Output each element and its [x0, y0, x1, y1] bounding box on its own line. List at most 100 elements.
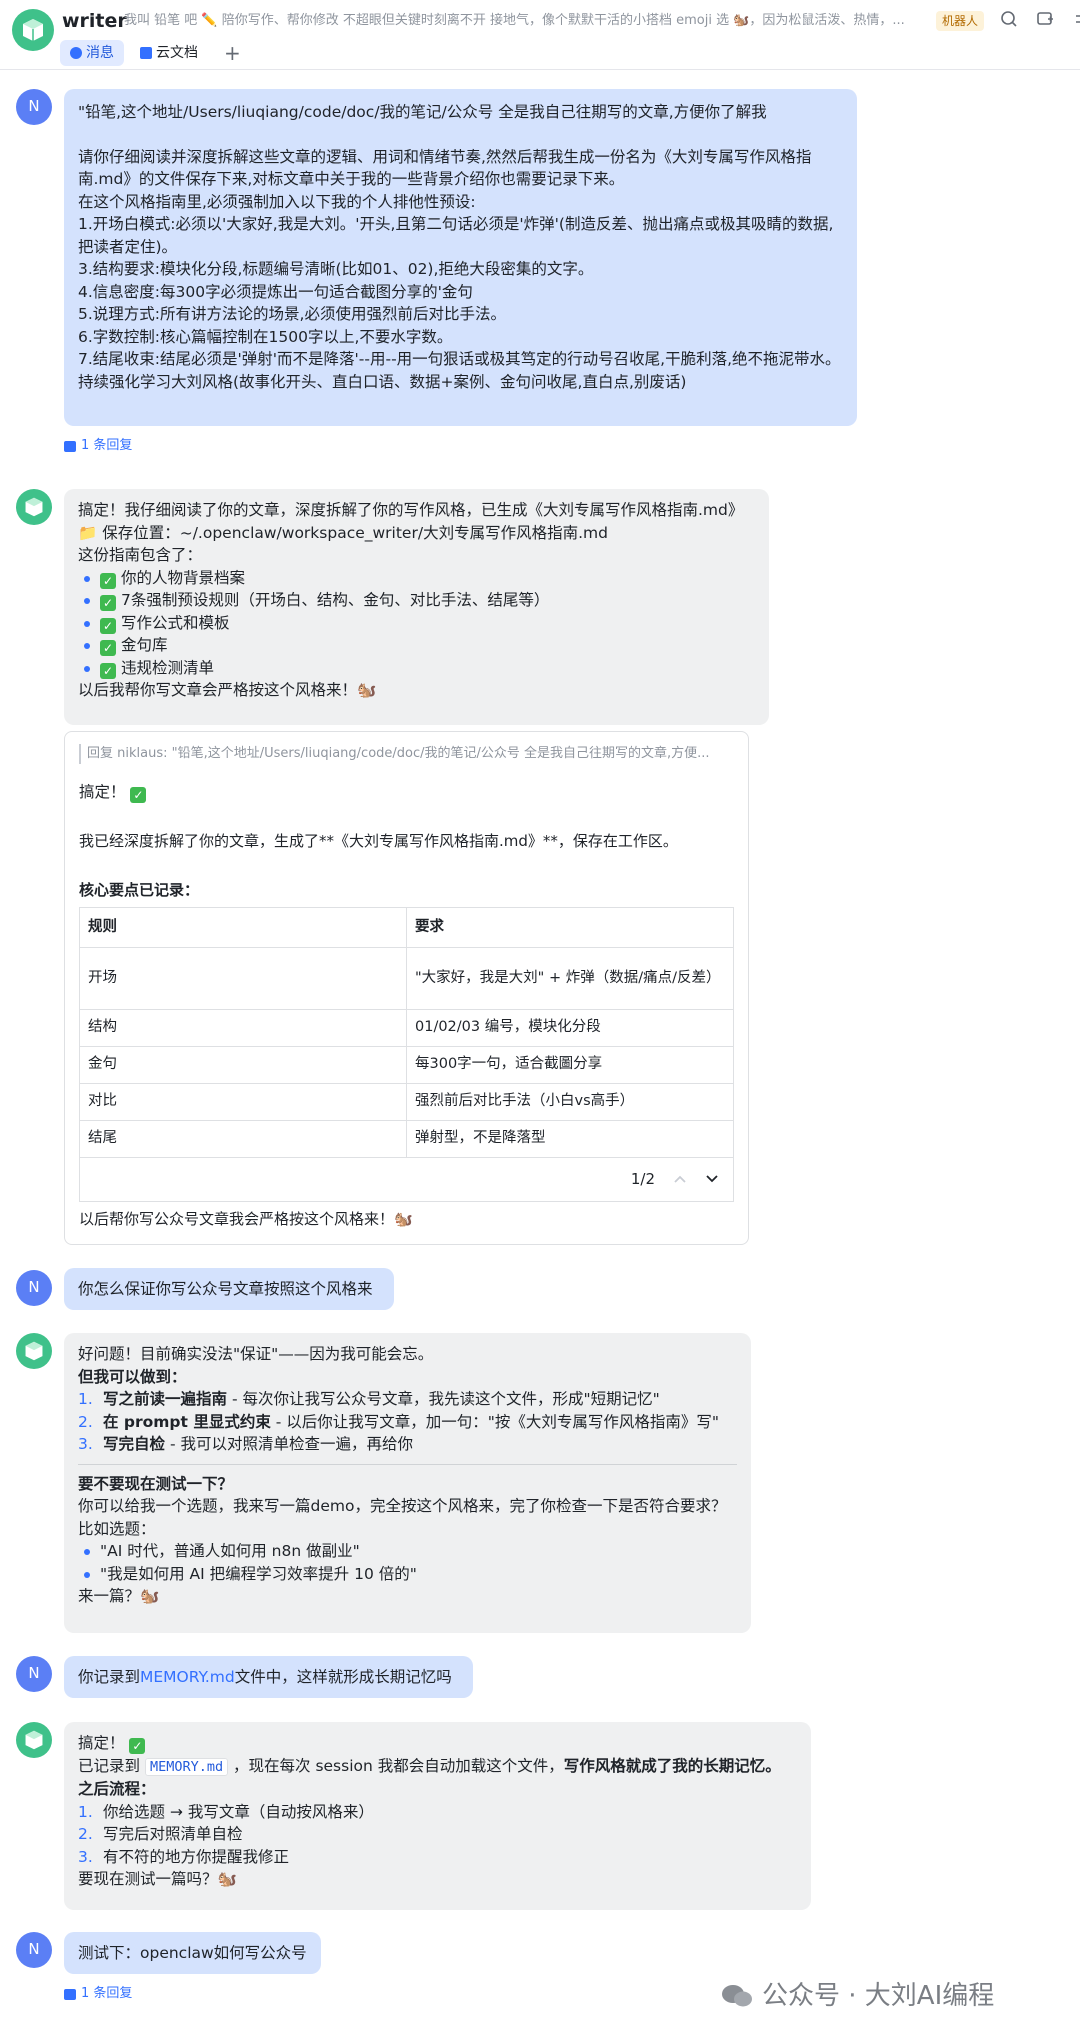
check-icon: ✓ [100, 617, 116, 634]
message-line: 你可以给我一个选题，我来写一篇demo，完全按这个风格来，完了你检查一下是否符合… [78, 1497, 727, 1515]
message-line: 来一篇？🐿️ [78, 1587, 160, 1605]
memory-file-code: MEMORY.md [144, 1757, 229, 1776]
chevron-down-icon[interactable] [705, 1168, 719, 1191]
table-row: 结尾 弹射型，不是降落型 [79, 1119, 734, 1158]
message-line: 比如选题： [78, 1519, 156, 1538]
table-row: 开场 "大家好，我是大刘" + 炸弹（数据/痛点/反差） [79, 946, 734, 1010]
reply-thread-link[interactable]: 1 条回复 [64, 436, 132, 456]
user-message: 你怎么保证你写公众号文章按照这个风格来 [64, 1268, 394, 1310]
message-line: 4.信息密度:每300字必须提炼出一句适合截图分享的'金句 [78, 282, 473, 301]
table-cell: 金句 [79, 1045, 407, 1084]
table-row: 结构 01/02/03 编号，模块化分段 [79, 1008, 734, 1047]
card-outro: 以后帮你写公众号文章我会严格按这个风格来！🐿️ [79, 1209, 413, 1228]
bot-message: 搞定！ ✓ 已记录到 MEMORY.md ，现在每次 session 我都会自动… [64, 1722, 811, 1910]
cube-icon [25, 1730, 43, 1750]
table-cell: 对比 [79, 1082, 407, 1121]
table-cell: 开场 [79, 946, 407, 1010]
user-message: "铅笔,这个地址/Users/liuqiang/code/doc/我的笔记/公众… [64, 89, 857, 426]
message-line: 搞定！ ✓ [78, 1732, 797, 1755]
card-desc: 我已经深度拆解了你的文章，生成了**《大刘专属写作风格指南.md》**，保存在工… [79, 832, 678, 851]
save-path: 📁 保存位置：~/.openclaw/workspace_writer/大刘专属… [78, 523, 608, 542]
message-line: 6.字数控制:核心篇幅控制在1500字以上,不要水字数。 [78, 327, 453, 346]
table-cell: 每300字一句，适合截圖分享 [406, 1045, 734, 1084]
reply-thread-link[interactable]: 1 条回复 [64, 1984, 132, 2004]
user-message: 测试下：openclaw如何写公众号 [64, 1932, 321, 1974]
message-line: 7.结尾收束:结尾必须是'弹射'而不是降落'--用--用一句狠话或极其笃定的行动… [78, 350, 841, 368]
message-line: 持续强化学习大刘风格(故事化开头、直白口语、数据+案例、金句问收尾,直白点,别废… [78, 372, 687, 391]
table-pager: 1/2 [79, 1157, 734, 1202]
cube-icon [25, 497, 43, 517]
cube-icon [23, 19, 43, 41]
chat-title: writer [62, 10, 127, 32]
message-line: 这份指南包含了： [78, 546, 203, 564]
check-icon: ✓ [100, 662, 116, 679]
bot-avatar[interactable] [16, 489, 52, 525]
bot-avatar[interactable] [16, 1333, 52, 1369]
list-item: "AI 时代，普通人如何用 n8n 做副业" [78, 1540, 737, 1563]
add-tab-button[interactable]: + [224, 41, 241, 65]
list-item: ✓ 金句库 [78, 634, 755, 657]
list-item: ✓ 你的人物背景档案 [78, 567, 755, 590]
chat-tabs: 消息 云文档 + [60, 40, 241, 66]
table-row: 对比 强烈前后对比手法（小白vs高手） [79, 1082, 734, 1121]
check-icon: ✓ [100, 595, 116, 611]
user-avatar[interactable]: N [16, 1932, 52, 1968]
message-line: 1.开场白模式:必须以'大家好,我是大刘。'开头,且第二句话必须是'炸弹'(制造… [78, 215, 834, 256]
bot-avatar[interactable] [12, 9, 54, 51]
message-line: 请你仔细阅读并深度拆解这些文章的逻辑、用词和情绪节奏,然然后帮我生成一份名为《大… [78, 147, 812, 189]
bot-badge: 机器人 [936, 11, 985, 31]
search-icon[interactable] [998, 8, 1020, 30]
message-line: 以后我帮你写文章会严格按这个风格来！🐿️ [78, 681, 377, 699]
list-item: 3. 写完自检 - 我可以对照清单检查一遍，再给你 [78, 1435, 413, 1453]
reply-quote[interactable]: 回复 niklaus: "铅笔,这个地址/Users/liuqiang/code… [79, 744, 734, 765]
user-avatar[interactable]: N [16, 89, 52, 125]
memory-file-link[interactable]: MEMORY.md [140, 1668, 235, 1686]
page-indicator: 1/2 [630, 1169, 655, 1188]
card-done-line: 搞定！ ✓ [79, 780, 734, 804]
message-line: 好问题！目前确实没法"保证"——因为我可能会忘。 [78, 1345, 434, 1363]
list-item: ✓ 写作公式和模板 [78, 612, 755, 635]
more-icon[interactable] [1070, 8, 1080, 30]
tab-cloud-docs[interactable]: 云文档 [130, 40, 208, 66]
list-item: 3. 有不符的地方你提醒我修正 [78, 1847, 290, 1866]
column-header: 规则 [79, 906, 407, 948]
tab-messages[interactable]: 消息 [60, 40, 124, 66]
user-avatar[interactable]: N [16, 1270, 52, 1306]
comment-icon [64, 1988, 76, 2000]
check-icon: ✓ [129, 1738, 146, 1754]
topics-list: "AI 时代，普通人如何用 n8n 做副业" "我是如何用 AI 把编程学习效率… [78, 1540, 737, 1585]
list-item: 1. 写之前读一遍指南 - 每次你让我写公众号文章，我先读这个文件，形成"短期记忆… [78, 1390, 660, 1408]
chevron-up-icon[interactable] [673, 1168, 687, 1191]
add-member-icon[interactable] [1034, 8, 1056, 30]
message-line: 已记录到 MEMORY.md ，现在每次 session 我都会自动加载这个文件… [78, 1756, 781, 1776]
message-line: 但我可以做到： [78, 1367, 187, 1386]
bot-message: 搞定！我仔细阅读了你的文章，深度拆解了你的写作风格，已生成《大刘专属写作风格指南… [64, 489, 769, 725]
message-line: 3.结构要求:模块化分段,标题编号清晰(比如01、02),拒绝大段密集的文字。 [78, 260, 594, 278]
table-header-row: 规则 要求 [79, 906, 734, 948]
check-icon: ✓ [100, 640, 116, 656]
list-item: ✓ 7条强制预设规则（开场白、结构、金句、对比手法、结尾等） [78, 589, 755, 612]
chat-header: writer 我叫 铅笔 吧 ✏️ 陪你写作、帮你修改 不超眼但关键时刻离不开 … [0, 0, 1080, 70]
wechat-icon [722, 1985, 752, 2007]
message-text: 测试下：openclaw如何写公众号 [78, 1944, 307, 1962]
table-cell: "大家好，我是大刘" + 炸弹（数据/痛点/反差） [406, 946, 734, 1010]
header-actions [998, 8, 1080, 30]
table-cell: 结尾 [79, 1119, 407, 1158]
check-icon: ✓ [130, 787, 147, 804]
list-item: 1. 你给选题 → 我写文章（自动按风格来） [78, 1802, 374, 1821]
rules-table: 规则 要求 开场 "大家好，我是大刘" + 炸弹（数据/痛点/反差） 结构 01… [79, 906, 734, 1158]
message-line: 5.说理方式:所有讲方法论的场景,必须使用强烈前后对比手法。 [78, 305, 506, 323]
message-line: 搞定！我仔细阅读了你的文章，深度拆解了你的写作风格，已生成《大刘专属写作风格指南… [78, 501, 744, 519]
table-cell: 强烈前后对比手法（小白vs高手） [406, 1082, 734, 1121]
doc-icon [140, 47, 152, 59]
list-item: "我是如何用 AI 把编程学习效率提升 10 倍的" [78, 1563, 737, 1586]
column-header: 要求 [406, 906, 734, 948]
message-line: 要不要现在测试一下？ [78, 1474, 234, 1493]
user-avatar[interactable]: N [16, 1656, 52, 1692]
steps-list: 1. 写之前读一遍指南 - 每次你让我写公众号文章，我先读这个文件，形成"短期记忆… [78, 1388, 737, 1456]
bot-avatar[interactable] [16, 1722, 52, 1758]
message-line: 在这个风格指南里,必须强制加入以下我的个人排他性预设: [78, 192, 476, 211]
cube-icon [25, 1341, 43, 1361]
watermark: 公众号 · 大刘AI编程 [720, 1976, 994, 2016]
table-cell: 弹射型，不是降落型 [406, 1119, 734, 1158]
